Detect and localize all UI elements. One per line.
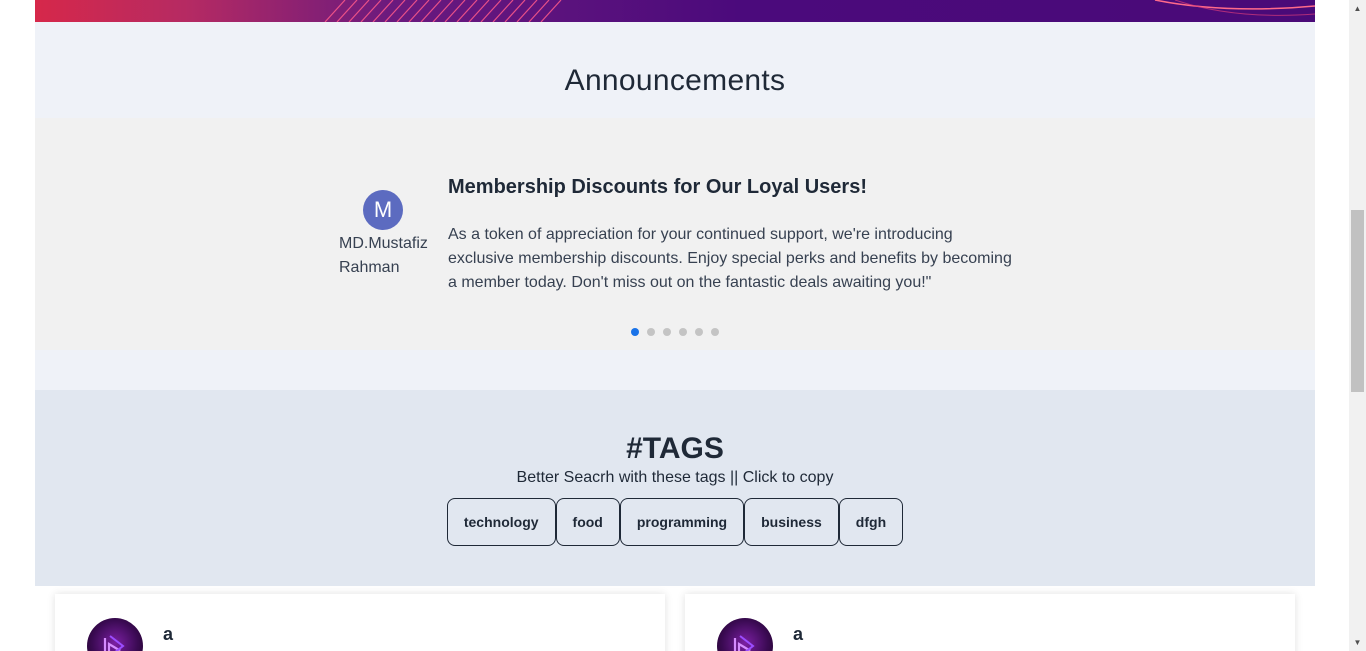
carousel-dot-3[interactable] xyxy=(663,328,671,336)
announcement-carousel[interactable]: M MD.Mustafiz Rahman Membership Discount… xyxy=(35,118,1315,350)
page: Announcements M MD.Mustafiz Rahman Membe… xyxy=(0,0,1349,651)
posts-section: a a xyxy=(35,586,1315,651)
tags-subtitle: Better Seacrh with these tags || Click t… xyxy=(516,469,834,486)
author-avatar: M xyxy=(363,190,403,230)
post-card[interactable]: a xyxy=(55,594,665,651)
tag-button-programming[interactable]: programming xyxy=(619,498,745,546)
carousel-dot-2[interactable] xyxy=(647,328,655,336)
post-author-avatar xyxy=(717,618,773,651)
tags-section: #TAGS Better Seacrh with these tags || C… xyxy=(35,390,1315,586)
post-card[interactable]: a xyxy=(685,594,1295,651)
announcement-body: As a token of appreciation for your cont… xyxy=(448,226,1012,291)
page-scrollbar[interactable]: ▲ ▼ xyxy=(1349,0,1366,651)
post-author-name[interactable]: a xyxy=(163,624,173,645)
scroll-up-arrow-icon[interactable]: ▲ xyxy=(1349,0,1366,17)
announcements-heading: Announcements xyxy=(564,64,786,97)
tag-button-business[interactable]: business xyxy=(744,498,839,546)
carousel-dot-4[interactable] xyxy=(679,328,687,336)
play-logo-icon xyxy=(103,635,125,651)
play-logo-icon xyxy=(733,635,755,651)
tag-button-dfgh[interactable]: dfgh xyxy=(838,498,904,546)
tag-list: technology food programming business dfg… xyxy=(35,498,1315,546)
carousel-dot-6[interactable] xyxy=(711,328,719,336)
announcement-title: Membership Discounts for Our Loyal Users… xyxy=(448,176,867,198)
tag-button-food[interactable]: food xyxy=(555,498,620,546)
carousel-dot-1[interactable] xyxy=(631,328,639,336)
author-name: MD.Mustafiz Rahman xyxy=(339,235,428,276)
announcements-section: Announcements M MD.Mustafiz Rahman Membe… xyxy=(35,22,1315,390)
tag-button-technology[interactable]: technology xyxy=(446,498,556,546)
scroll-down-arrow-icon[interactable]: ▼ xyxy=(1349,634,1366,651)
post-author-avatar xyxy=(87,618,143,651)
post-author-name[interactable]: a xyxy=(793,624,803,645)
carousel-dot-5[interactable] xyxy=(695,328,703,336)
tags-heading: #TAGS xyxy=(626,432,724,465)
carousel-pagination xyxy=(631,328,719,336)
scrollbar-thumb[interactable] xyxy=(1351,210,1364,392)
hero-banner xyxy=(35,0,1315,22)
